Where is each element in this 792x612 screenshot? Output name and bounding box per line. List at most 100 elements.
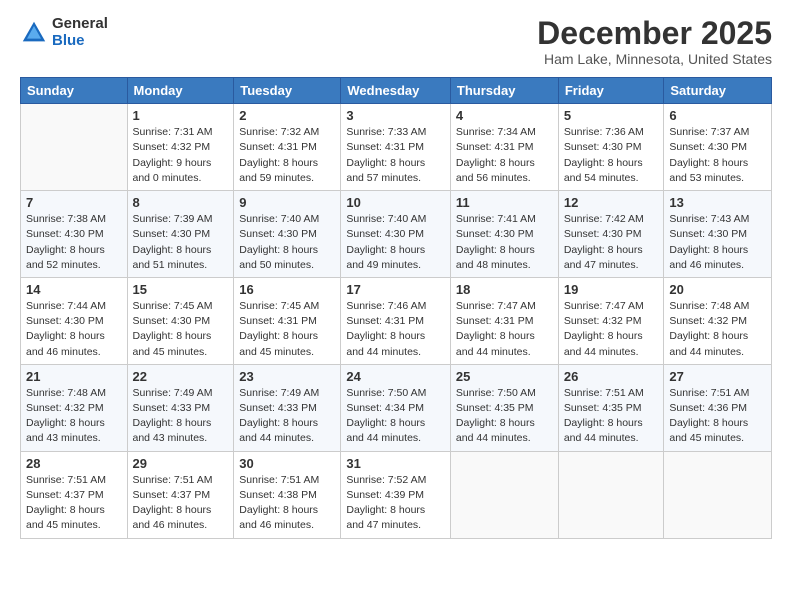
day-info: Sunrise: 7:47 AM Sunset: 4:31 PM Dayligh…	[456, 299, 553, 360]
day-number: 12	[564, 195, 659, 210]
day-info: Sunrise: 7:51 AM Sunset: 4:38 PM Dayligh…	[239, 473, 335, 534]
day-cell: 5 Sunrise: 7:36 AM Sunset: 4:30 PM Daylig…	[558, 104, 664, 191]
day-number: 30	[239, 456, 335, 471]
day-info: Sunrise: 7:50 AM Sunset: 4:35 PM Dayligh…	[456, 386, 553, 447]
logo: General Blue	[20, 16, 108, 49]
day-number: 13	[669, 195, 766, 210]
day-number: 28	[26, 456, 122, 471]
day-cell: 9 Sunrise: 7:40 AM Sunset: 4:30 PM Daylig…	[234, 191, 341, 278]
day-info: Sunrise: 7:48 AM Sunset: 4:32 PM Dayligh…	[669, 299, 766, 360]
day-number: 31	[346, 456, 445, 471]
day-cell: 21 Sunrise: 7:48 AM Sunset: 4:32 PM Dayli…	[21, 364, 128, 451]
day-info: Sunrise: 7:34 AM Sunset: 4:31 PM Dayligh…	[456, 125, 553, 186]
day-info: Sunrise: 7:42 AM Sunset: 4:30 PM Dayligh…	[564, 212, 659, 273]
day-info: Sunrise: 7:49 AM Sunset: 4:33 PM Dayligh…	[239, 386, 335, 447]
day-number: 6	[669, 108, 766, 123]
header-cell-friday: Friday	[558, 78, 664, 104]
day-info: Sunrise: 7:45 AM Sunset: 4:30 PM Dayligh…	[133, 299, 229, 360]
day-info: Sunrise: 7:51 AM Sunset: 4:37 PM Dayligh…	[133, 473, 229, 534]
day-info: Sunrise: 7:45 AM Sunset: 4:31 PM Dayligh…	[239, 299, 335, 360]
title-area: December 2025 Ham Lake, Minnesota, Unite…	[537, 16, 772, 67]
day-cell: 30 Sunrise: 7:51 AM Sunset: 4:38 PM Dayli…	[234, 451, 341, 538]
header-cell-saturday: Saturday	[664, 78, 772, 104]
header-cell-thursday: Thursday	[450, 78, 558, 104]
day-number: 19	[564, 282, 659, 297]
day-info: Sunrise: 7:39 AM Sunset: 4:30 PM Dayligh…	[133, 212, 229, 273]
logo-blue: Blue	[52, 33, 108, 50]
day-number: 26	[564, 369, 659, 384]
day-cell: 6 Sunrise: 7:37 AM Sunset: 4:30 PM Daylig…	[664, 104, 772, 191]
day-number: 20	[669, 282, 766, 297]
day-cell: 31 Sunrise: 7:52 AM Sunset: 4:39 PM Dayli…	[341, 451, 451, 538]
header-cell-monday: Monday	[127, 78, 234, 104]
day-cell: 11 Sunrise: 7:41 AM Sunset: 4:30 PM Dayli…	[450, 191, 558, 278]
week-row-2: 14 Sunrise: 7:44 AM Sunset: 4:30 PM Dayli…	[21, 277, 772, 364]
main-title: December 2025	[537, 16, 772, 51]
day-cell: 27 Sunrise: 7:51 AM Sunset: 4:36 PM Dayli…	[664, 364, 772, 451]
day-info: Sunrise: 7:33 AM Sunset: 4:31 PM Dayligh…	[346, 125, 445, 186]
day-number: 15	[133, 282, 229, 297]
day-info: Sunrise: 7:49 AM Sunset: 4:33 PM Dayligh…	[133, 386, 229, 447]
day-info: Sunrise: 7:47 AM Sunset: 4:32 PM Dayligh…	[564, 299, 659, 360]
day-number: 1	[133, 108, 229, 123]
day-number: 25	[456, 369, 553, 384]
day-cell	[21, 104, 128, 191]
day-number: 9	[239, 195, 335, 210]
day-number: 23	[239, 369, 335, 384]
subtitle: Ham Lake, Minnesota, United States	[537, 51, 772, 67]
day-number: 18	[456, 282, 553, 297]
day-cell: 3 Sunrise: 7:33 AM Sunset: 4:31 PM Daylig…	[341, 104, 451, 191]
day-cell: 24Sunrise: 7:50 AM Sunset: 4:34 PM Dayli…	[341, 364, 451, 451]
day-number: 11	[456, 195, 553, 210]
day-info: Sunrise: 7:51 AM Sunset: 4:37 PM Dayligh…	[26, 473, 122, 534]
day-info: Sunrise: 7:36 AM Sunset: 4:30 PM Dayligh…	[564, 125, 659, 186]
day-cell: 15 Sunrise: 7:45 AM Sunset: 4:30 PM Dayli…	[127, 277, 234, 364]
week-row-1: 7Sunrise: 7:38 AM Sunset: 4:30 PM Daylig…	[21, 191, 772, 278]
header-cell-sunday: Sunday	[21, 78, 128, 104]
day-info: Sunrise: 7:37 AM Sunset: 4:30 PM Dayligh…	[669, 125, 766, 186]
day-cell: 2 Sunrise: 7:32 AM Sunset: 4:31 PM Daylig…	[234, 104, 341, 191]
day-info: Sunrise: 7:52 AM Sunset: 4:39 PM Dayligh…	[346, 473, 445, 534]
day-info: Sunrise: 7:40 AM Sunset: 4:30 PM Dayligh…	[239, 212, 335, 273]
header-cell-wednesday: Wednesday	[341, 78, 451, 104]
day-cell: 29 Sunrise: 7:51 AM Sunset: 4:37 PM Dayli…	[127, 451, 234, 538]
day-info: Sunrise: 7:32 AM Sunset: 4:31 PM Dayligh…	[239, 125, 335, 186]
day-number: 4	[456, 108, 553, 123]
day-cell: 19 Sunrise: 7:47 AM Sunset: 4:32 PM Dayli…	[558, 277, 664, 364]
day-number: 27	[669, 369, 766, 384]
day-number: 14	[26, 282, 122, 297]
logo-text: General Blue	[52, 16, 108, 49]
day-cell: 17 Sunrise: 7:46 AM Sunset: 4:31 PM Dayli…	[341, 277, 451, 364]
day-info: Sunrise: 7:41 AM Sunset: 4:30 PM Dayligh…	[456, 212, 553, 273]
day-info: Sunrise: 7:46 AM Sunset: 4:31 PM Dayligh…	[346, 299, 445, 360]
day-info: Sunrise: 7:44 AM Sunset: 4:30 PM Dayligh…	[26, 299, 122, 360]
day-number: 21	[26, 369, 122, 384]
day-number: 10	[346, 195, 445, 210]
day-info: Sunrise: 7:38 AM Sunset: 4:30 PM Dayligh…	[26, 212, 122, 273]
day-info: Sunrise: 7:48 AM Sunset: 4:32 PM Dayligh…	[26, 386, 122, 447]
day-cell: 26 Sunrise: 7:51 AM Sunset: 4:35 PM Dayli…	[558, 364, 664, 451]
week-row-4: 28 Sunrise: 7:51 AM Sunset: 4:37 PM Dayli…	[21, 451, 772, 538]
header-row: SundayMondayTuesdayWednesdayThursdayFrid…	[21, 78, 772, 104]
day-number: 5	[564, 108, 659, 123]
week-row-3: 21 Sunrise: 7:48 AM Sunset: 4:32 PM Dayli…	[21, 364, 772, 451]
day-cell: 20 Sunrise: 7:48 AM Sunset: 4:32 PM Dayli…	[664, 277, 772, 364]
day-info: Sunrise: 7:50 AM Sunset: 4:34 PM Dayligh…	[346, 386, 445, 447]
header: General Blue December 2025 Ham Lake, Min…	[20, 16, 772, 67]
day-cell: 16 Sunrise: 7:45 AM Sunset: 4:31 PM Dayli…	[234, 277, 341, 364]
day-info: Sunrise: 7:51 AM Sunset: 4:35 PM Dayligh…	[564, 386, 659, 447]
calendar-table: SundayMondayTuesdayWednesdayThursdayFrid…	[20, 77, 772, 538]
page: General Blue December 2025 Ham Lake, Min…	[0, 0, 792, 612]
day-number: 2	[239, 108, 335, 123]
day-number: 3	[346, 108, 445, 123]
day-cell: 14 Sunrise: 7:44 AM Sunset: 4:30 PM Dayli…	[21, 277, 128, 364]
day-cell: 8Sunrise: 7:39 AM Sunset: 4:30 PM Daylig…	[127, 191, 234, 278]
day-number: 29	[133, 456, 229, 471]
day-cell: 28 Sunrise: 7:51 AM Sunset: 4:37 PM Dayli…	[21, 451, 128, 538]
day-cell: 22Sunrise: 7:49 AM Sunset: 4:33 PM Dayli…	[127, 364, 234, 451]
logo-icon	[20, 19, 48, 47]
day-info: Sunrise: 7:51 AM Sunset: 4:36 PM Dayligh…	[669, 386, 766, 447]
day-number: 17	[346, 282, 445, 297]
day-cell: 18 Sunrise: 7:47 AM Sunset: 4:31 PM Dayli…	[450, 277, 558, 364]
day-number: 16	[239, 282, 335, 297]
